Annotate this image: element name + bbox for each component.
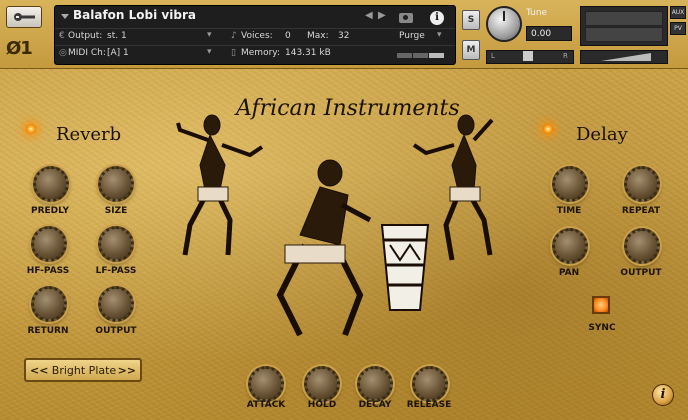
decay-knob[interactable] xyxy=(357,366,393,402)
wrench-icon xyxy=(14,13,35,21)
output-dropdown-icon[interactable]: ▾ xyxy=(207,30,212,40)
aux-pv-buttons: AUX PV xyxy=(670,6,686,38)
release-knob[interactable] xyxy=(412,366,448,402)
reverb-output-label: OUTPUT xyxy=(95,326,137,336)
preset-next-button[interactable]: >> xyxy=(118,364,136,377)
voices-value: 0 xyxy=(285,31,291,41)
delay-time-knob[interactable] xyxy=(552,166,588,202)
pan-right-label: R xyxy=(563,52,568,60)
delay-pan-label: PAN xyxy=(558,268,580,278)
reverb-return-knob[interactable] xyxy=(31,286,67,322)
hold-knob[interactable] xyxy=(304,366,340,402)
next-instrument-arrow-icon[interactable]: ▶ xyxy=(378,10,386,21)
preset-name: Bright Plate xyxy=(51,364,117,377)
reverb-section-label: Reverb xyxy=(56,124,122,145)
pan-slider[interactable]: L R xyxy=(486,50,574,64)
info-corner-icon[interactable]: i xyxy=(652,384,674,406)
wrench-button[interactable] xyxy=(6,6,42,28)
kontakt-instrument-window: Ø1 Balafon Lobi vibra ◀ ▶ i € Output: st… xyxy=(0,0,688,420)
instrument-info-panel: Balafon Lobi vibra ◀ ▶ i € Output: st. 1… xyxy=(54,5,456,65)
reverb-preset-selector: << Bright Plate >> xyxy=(24,358,142,382)
voices-icon: ♪ xyxy=(231,31,237,41)
delay-pan-knob[interactable] xyxy=(552,228,588,264)
midi-icon: ◎ xyxy=(59,48,67,58)
instrument-name[interactable]: Balafon Lobi vibra xyxy=(73,8,196,22)
prev-instrument-arrow-icon[interactable]: ◀ xyxy=(365,10,373,21)
reverb-hf-pass-knob[interactable] xyxy=(31,226,67,262)
delay-repeat-knob[interactable] xyxy=(624,166,660,202)
delay-power-lamp[interactable] xyxy=(543,124,553,134)
memory-label: Memory: xyxy=(241,48,280,58)
tune-value[interactable]: 0.00 xyxy=(526,26,572,41)
release-label: RELEASE xyxy=(406,400,452,410)
pv-button[interactable]: PV xyxy=(670,22,686,35)
midi-channel-label: MIDI Ch: xyxy=(68,48,106,58)
purge-meter xyxy=(397,51,447,58)
delay-section-label: Delay xyxy=(576,124,628,145)
instrument-header: Ø1 Balafon Lobi vibra ◀ ▶ i € Output: st… xyxy=(0,0,688,69)
voices-label: Voices: xyxy=(241,31,273,41)
midi-dropdown-icon[interactable]: ▾ xyxy=(207,47,212,57)
output-icon: € xyxy=(59,31,65,41)
preset-prev-button[interactable]: << xyxy=(30,364,48,377)
reverb-predelay-knob[interactable] xyxy=(33,166,69,202)
delay-sync-button[interactable] xyxy=(592,296,610,314)
output-value[interactable]: st. 1 xyxy=(107,31,127,41)
level-meter-right xyxy=(585,27,663,42)
solo-button[interactable]: S xyxy=(462,10,480,30)
max-voices-value[interactable]: 32 xyxy=(338,31,349,41)
midi-channel-value[interactable]: [A] 1 xyxy=(107,48,129,58)
delay-repeat-label: REPEAT xyxy=(621,206,661,216)
delay-sync-label: SYNC xyxy=(588,323,616,333)
reverb-lf-pass-knob[interactable] xyxy=(98,226,134,262)
max-voices-label: Max: xyxy=(307,31,329,41)
level-meter xyxy=(580,6,668,46)
tune-label: Tune xyxy=(526,8,548,18)
delay-output-knob[interactable] xyxy=(624,228,660,264)
kontakt-logo: Ø1 xyxy=(6,38,33,59)
camera-icon[interactable] xyxy=(399,13,413,23)
memory-icon: ▯ xyxy=(231,48,236,58)
reverb-output-knob[interactable] xyxy=(98,286,134,322)
african-dancers-artwork xyxy=(176,114,494,337)
purge-dropdown-icon[interactable]: ▾ xyxy=(437,30,442,40)
pan-left-label: L xyxy=(491,52,495,60)
mute-button[interactable]: M xyxy=(462,40,480,60)
attack-knob[interactable] xyxy=(248,366,284,402)
level-meter-left xyxy=(585,11,663,26)
reverb-power-lamp[interactable] xyxy=(26,124,36,134)
aux-button[interactable]: AUX xyxy=(670,6,686,19)
pan-handle[interactable] xyxy=(523,51,533,61)
output-label: Output: xyxy=(68,31,103,41)
reverb-lf-pass-label: LF-PASS xyxy=(95,266,137,276)
reverb-size-knob[interactable] xyxy=(98,166,134,202)
delay-time-label: TIME xyxy=(556,206,582,216)
memory-value: 143.31 kB xyxy=(285,48,331,58)
purge-button[interactable]: Purge xyxy=(399,31,425,41)
reverb-size-label: SIZE xyxy=(104,206,128,216)
volume-slider[interactable] xyxy=(580,50,668,64)
instrument-menu-caret-icon[interactable] xyxy=(61,14,69,19)
info-icon[interactable]: i xyxy=(430,11,444,25)
delay-output-label: OUTPUT xyxy=(620,268,662,278)
tune-knob[interactable] xyxy=(486,6,522,42)
